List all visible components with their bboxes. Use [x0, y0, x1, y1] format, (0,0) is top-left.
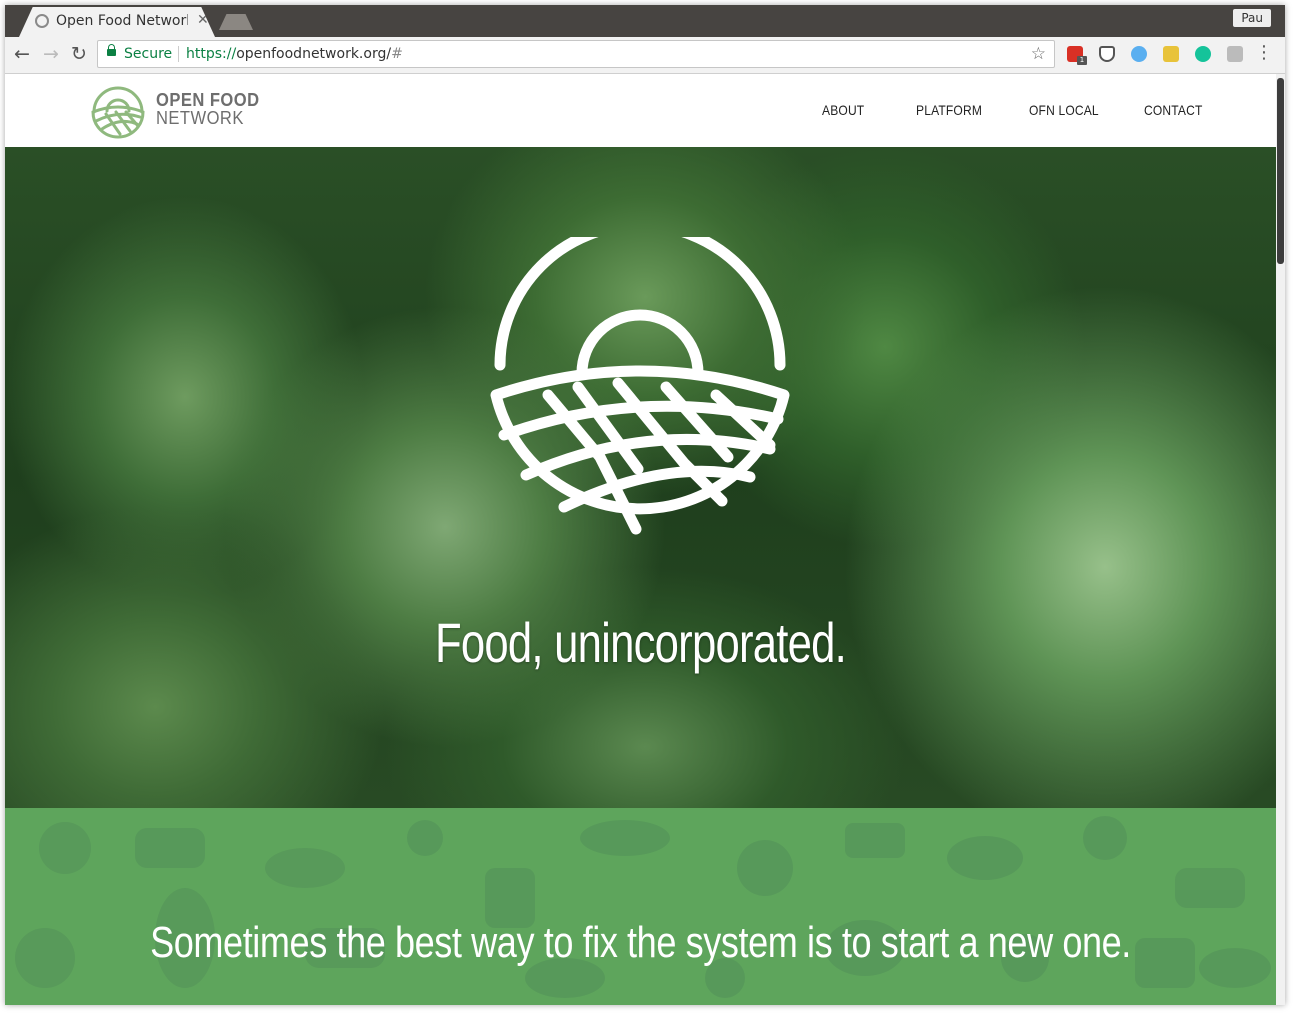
favicon-icon — [35, 14, 49, 28]
url-host: openfoodnetwork.org/ — [236, 46, 392, 62]
address-separator — [178, 46, 179, 62]
address-bar[interactable]: Secure https://openfoodnetwork.org/# ☆ — [97, 40, 1055, 68]
todoist-extension-icon[interactable]: 1 — [1067, 46, 1087, 65]
hero-section: Food, unincorporated. — [5, 147, 1276, 808]
mission-tagline: Sometimes the best way to fix the system… — [150, 918, 1131, 967]
ofn-logo-icon[interactable] — [90, 84, 146, 140]
profile-button[interactable]: Pau — [1233, 9, 1271, 27]
web-page: OPEN FOOD NETWORK ABOUT PLATFORM OFN LOC… — [5, 74, 1276, 1005]
basket-logo-icon — [490, 237, 790, 535]
browser-tab[interactable]: Open Food Network ✕ — [19, 7, 215, 37]
close-icon[interactable]: ✕ — [197, 12, 209, 28]
honey-extension-icon[interactable] — [1163, 46, 1179, 62]
feedly-extension-icon[interactable] — [1131, 46, 1147, 62]
hero-title: Food, unincorporated. — [434, 611, 847, 674]
browser-window: Open Food Network ✕ Pau ← → ↻ Secure htt… — [5, 5, 1285, 1005]
tab-strip: Open Food Network ✕ Pau — [5, 5, 1285, 37]
scrollbar-thumb[interactable] — [1277, 78, 1284, 264]
pocket-extension-icon[interactable] — [1099, 46, 1115, 62]
reload-icon[interactable]: ↻ — [68, 43, 90, 65]
mission-band: Sometimes the best way to fix the system… — [5, 808, 1276, 1005]
more-menu-icon[interactable]: ⋮ — [1255, 44, 1273, 62]
nav-ofn-local[interactable]: OFN LOCAL — [1029, 102, 1099, 118]
browser-toolbar: ← → ↻ Secure https://openfoodnetwork.org… — [5, 37, 1285, 74]
grammarly-extension-icon[interactable] — [1195, 46, 1211, 62]
page-scrollbar[interactable] — [1276, 74, 1285, 1005]
lock-icon — [107, 44, 116, 56]
forward-icon[interactable]: → — [40, 43, 62, 65]
nav-about[interactable]: ABOUT — [822, 102, 864, 118]
logo-wordmark[interactable]: OPEN FOOD NETWORK — [156, 91, 269, 127]
logo-line-network: NETWORK — [156, 108, 244, 128]
camera-extension-icon[interactable] — [1227, 46, 1243, 62]
tab-title: Open Food Network — [56, 13, 188, 29]
secure-label: Secure — [124, 46, 173, 62]
url-text[interactable]: https://openfoodnetwork.org/# — [186, 46, 403, 62]
url-hash: # — [391, 46, 403, 62]
site-header: OPEN FOOD NETWORK ABOUT PLATFORM OFN LOC… — [5, 74, 1276, 147]
nav-contact[interactable]: CONTACT — [1144, 102, 1203, 118]
bookmark-star-icon[interactable]: ☆ — [1031, 44, 1046, 64]
nav-platform[interactable]: PLATFORM — [916, 102, 982, 118]
extension-badge: 1 — [1077, 56, 1087, 65]
new-tab-button[interactable] — [219, 14, 253, 30]
food-pattern-background — [15, 816, 1271, 998]
logo-line-open-food: OPEN FOOD — [156, 90, 260, 110]
back-icon[interactable]: ← — [11, 43, 33, 65]
url-scheme: https:// — [186, 46, 237, 62]
